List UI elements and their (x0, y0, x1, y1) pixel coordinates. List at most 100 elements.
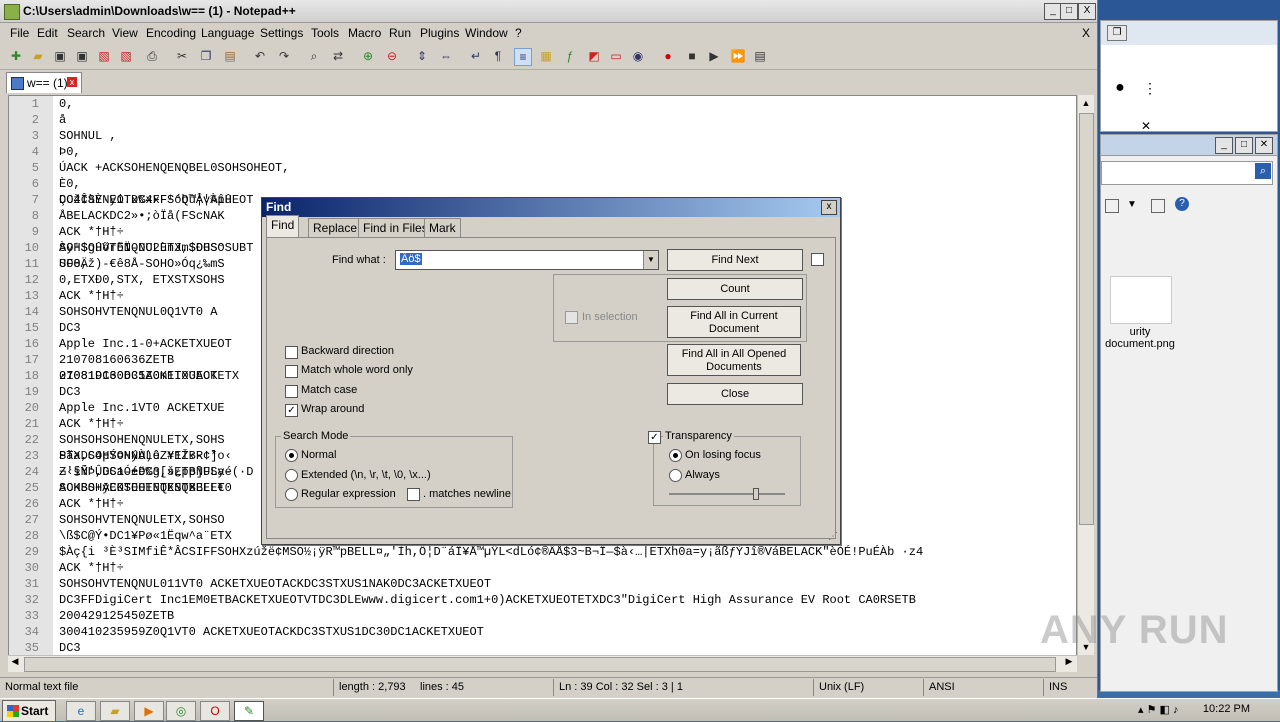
tray-icons[interactable]: ▴ ⚑ ◧ ♪ (1138, 703, 1178, 716)
find-all-current-button[interactable]: Find All in Current Document (667, 306, 801, 338)
play-multi-icon[interactable]: ⏩ (730, 48, 746, 64)
new-icon[interactable]: ✚ (8, 48, 24, 64)
eye-icon[interactable]: ◉ (630, 48, 646, 64)
search-input[interactable] (1101, 161, 1273, 185)
transparency-slider-thumb[interactable] (753, 488, 759, 500)
editor-line[interactable]: 32 DC3FFDigiCert Inc1EM0ETBACKETXUEOTVTDC… (9, 592, 1076, 608)
sync-v-icon[interactable]: ⇕ (414, 48, 430, 64)
find-next-button[interactable]: Find Next (667, 249, 803, 271)
wrap-around-checkbox[interactable]: ✓ (285, 404, 298, 417)
close-dialog-button[interactable]: Close (667, 383, 803, 405)
save-macro-icon[interactable]: ▤ (752, 48, 768, 64)
file-label[interactable]: urity document.png (1100, 326, 1180, 350)
editor-line[interactable]: 30 ACK *†H†÷ (9, 560, 1076, 576)
chevron-down-icon[interactable]: ▼ (1127, 199, 1137, 210)
more-icon[interactable]: ⋮ (1141, 81, 1159, 95)
print-icon[interactable]: ⎙ (144, 48, 160, 64)
find-what-input[interactable]: Äö$ ▼ (395, 250, 659, 270)
paste-icon[interactable]: ▤ (222, 48, 238, 64)
tab-mark[interactable]: Mark (424, 218, 461, 238)
menu-window[interactable]: Window (465, 26, 508, 40)
match-whole-word-checkbox[interactable] (285, 365, 298, 378)
find-next-option-checkbox[interactable] (811, 253, 824, 266)
view-icon[interactable] (1105, 199, 1119, 213)
menu-plugins[interactable]: Plugins (420, 26, 459, 40)
doc-map-icon[interactable]: ▦ (538, 48, 554, 64)
show-all-icon[interactable]: ¶ (490, 48, 506, 64)
sync-h-icon[interactable]: ⇔ (438, 48, 454, 64)
menu-language[interactable]: Language (201, 26, 254, 40)
indent-guide-icon[interactable]: ≡ (514, 48, 532, 66)
scroll-left-icon[interactable]: ◀ (8, 656, 22, 667)
editor-line[interactable]: 29 $Àç{i ³È³SIMfiÊ*ÂCSIFFSOHXzúžë¢MSO½¡ÿ… (9, 544, 1076, 560)
scroll-right-icon[interactable]: ▶ (1062, 656, 1076, 667)
vertical-scrollbar[interactable]: ▲ ▼ (1077, 95, 1094, 655)
document-close-button[interactable]: X (1082, 26, 1090, 40)
undo-icon[interactable]: ↶ (252, 48, 268, 64)
redo-icon[interactable]: ↷ (276, 48, 292, 64)
matches-newline-checkbox[interactable] (407, 488, 420, 501)
menu-search[interactable]: Search (67, 26, 105, 40)
match-case-checkbox[interactable] (285, 385, 298, 398)
tab-find-in-files[interactable]: Find in Files (358, 218, 433, 238)
regex-radio[interactable] (285, 488, 298, 501)
media-player-icon[interactable]: ▶ (134, 701, 164, 721)
record-icon[interactable]: ● (660, 48, 676, 64)
find-dialog-close-icon[interactable]: x (821, 200, 837, 215)
minimize-icon[interactable]: _ (1215, 137, 1233, 154)
menu-encoding[interactable]: Encoding (146, 26, 196, 40)
editor-line[interactable]: 1 0, (9, 96, 1076, 112)
editor-line[interactable]: 31 SOHSOHVTENQNUL011VT0 ACKETXUEOTACKDC3S… (9, 576, 1076, 592)
close-icon[interactable]: ▧ (96, 48, 112, 64)
menu-run[interactable]: Run (389, 26, 411, 40)
close-all-icon[interactable]: ▧ (118, 48, 134, 64)
in-selection-checkbox[interactable] (565, 311, 578, 324)
menu-settings[interactable]: Settings (260, 26, 303, 40)
menu-help[interactable]: ? (515, 26, 522, 40)
cut-icon[interactable]: ✂ (174, 48, 190, 64)
editor-line[interactable]: 34 300410235959Z0Q1VT0 ACKETXUEOTACKDC3ST… (9, 624, 1076, 640)
pane-icon[interactable] (1151, 199, 1165, 213)
file-thumbnail[interactable] (1110, 276, 1172, 324)
scroll-up-icon[interactable]: ▲ (1078, 95, 1094, 111)
start-button[interactable]: Start (2, 700, 56, 722)
menu-edit[interactable]: Edit (37, 26, 58, 40)
count-button[interactable]: Count (667, 278, 803, 300)
opera-icon[interactable]: O (200, 701, 230, 721)
scroll-thumb[interactable] (1079, 113, 1094, 525)
folder-icon[interactable]: ◩ (586, 48, 602, 64)
find-all-opened-button[interactable]: Find All in All Opened Documents (667, 344, 801, 376)
editor-line[interactable]: 2å (9, 112, 1076, 128)
explorer-icon[interactable]: ▰ (100, 701, 130, 721)
zoom-out-icon[interactable]: ⊖ (384, 48, 400, 64)
on-losing-focus-radio[interactable] (669, 449, 682, 462)
search-icon[interactable]: ⌕ (1255, 163, 1271, 179)
maximize-icon[interactable]: □ (1235, 137, 1253, 154)
ie-icon[interactable]: e (66, 701, 96, 721)
close-icon[interactable]: ✕ (1137, 119, 1155, 133)
tab-close-icon[interactable]: x (67, 77, 77, 87)
menu-file[interactable]: File (10, 26, 29, 40)
chevron-down-icon[interactable]: ▼ (643, 251, 658, 269)
notepadpp-taskbar-icon[interactable]: ✎ (234, 701, 264, 721)
wrap-icon[interactable]: ↵ (468, 48, 484, 64)
find-icon[interactable]: ⌕ (306, 48, 322, 64)
close-button[interactable]: X (1078, 3, 1096, 20)
monitor-icon[interactable]: ▭ (608, 48, 624, 64)
account-icon[interactable]: ● (1111, 80, 1129, 96)
tab-find[interactable]: Find (266, 215, 300, 238)
transparency-checkbox[interactable]: ✓ (648, 431, 661, 444)
stop-icon[interactable]: ■ (684, 48, 700, 64)
normal-radio[interactable] (285, 449, 298, 462)
menu-view[interactable]: View (112, 26, 138, 40)
tab-replace[interactable]: Replace (308, 218, 363, 238)
editor-line[interactable]: 3 SOHNUL , (9, 128, 1076, 144)
replace-icon[interactable]: ⇄ (330, 48, 346, 64)
copy-icon[interactable]: ❐ (198, 48, 214, 64)
play-icon[interactable]: ▶ (706, 48, 722, 64)
zoom-in-icon[interactable]: ⊕ (360, 48, 376, 64)
editor-line[interactable]: 4 Þ0, (9, 144, 1076, 160)
menu-macro[interactable]: Macro (348, 26, 381, 40)
tab-document[interactable]: w== (1) x (6, 72, 82, 93)
editor-line[interactable]: 35 DC3 (9, 640, 1076, 656)
